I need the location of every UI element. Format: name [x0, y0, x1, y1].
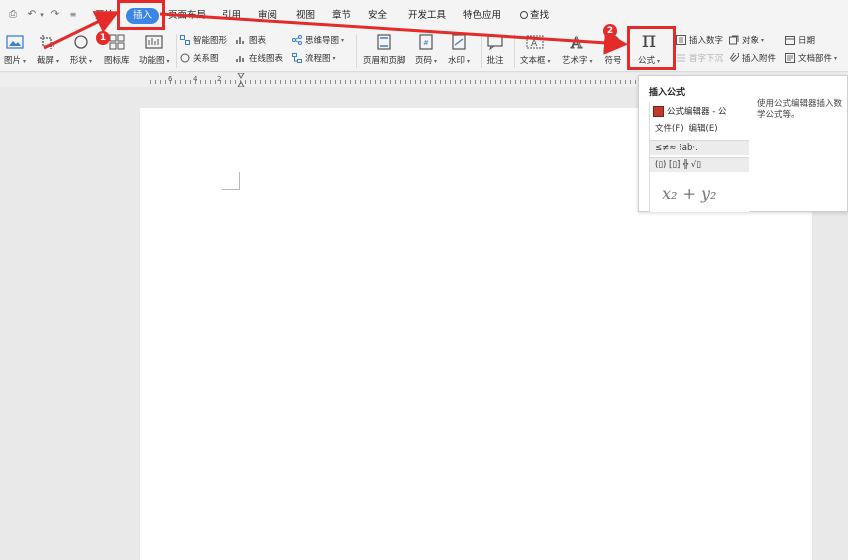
step-badge-1: 1 — [96, 31, 110, 45]
arrow-to-formula-button — [159, 12, 628, 55]
step-badge-2: 2 — [603, 24, 617, 38]
annotation-arrows — [43, 11, 628, 55]
